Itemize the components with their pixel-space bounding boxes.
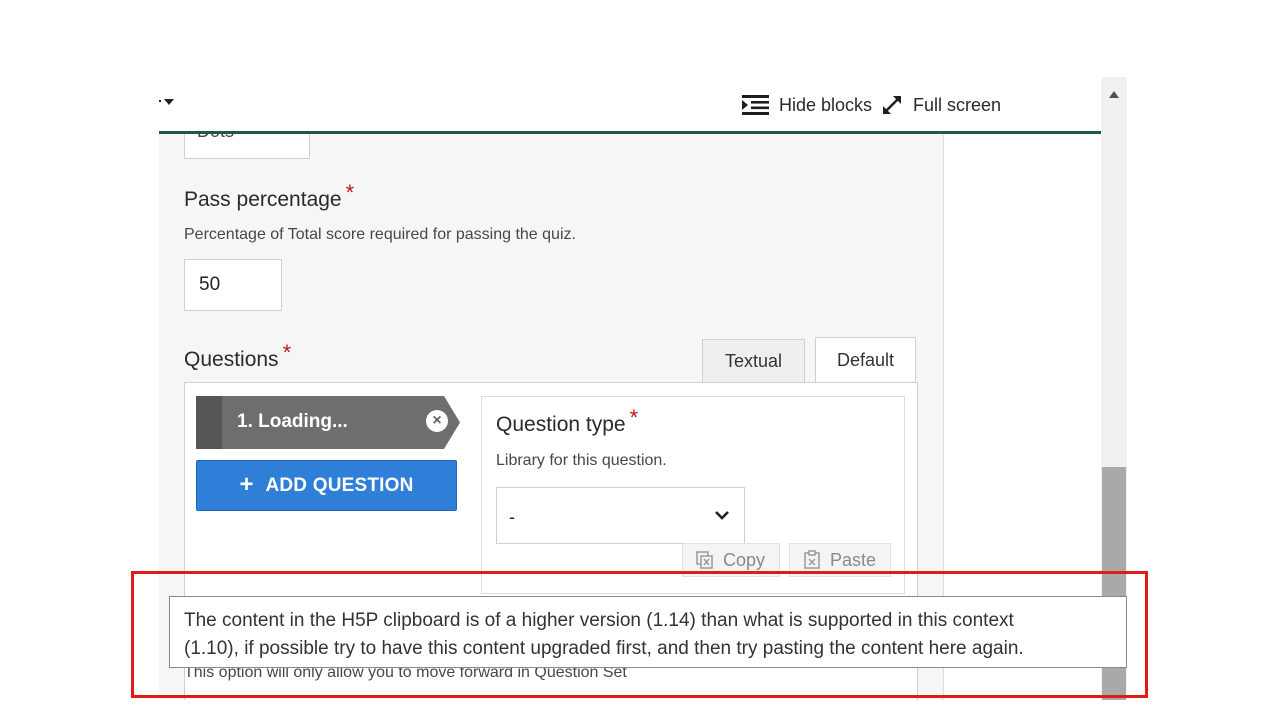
required-mark: * — [629, 405, 639, 430]
chevron-down-icon — [715, 511, 729, 520]
tooltip-line-2: (1.10), if possible try to have this con… — [184, 638, 1024, 659]
question-type-select[interactable]: - — [496, 487, 745, 544]
add-question-label: ADD QUESTION — [265, 474, 414, 496]
question-type-label-text: Question type — [496, 413, 626, 436]
plus-icon: + — [239, 470, 254, 498]
pass-percentage-label-text: Pass percentage — [184, 188, 342, 211]
tab-default[interactable]: Default — [815, 337, 916, 383]
question-list-item[interactable]: 1. Loading... × — [196, 396, 460, 449]
required-mark: * — [345, 180, 355, 205]
pass-percentage-label: Pass percentage * — [184, 180, 354, 212]
question-type-label: Question type * — [496, 405, 638, 437]
scroll-up-arrow-icon[interactable] — [1109, 91, 1119, 98]
copy-label: Copy — [723, 549, 766, 570]
question-type-panel: Question type * Library for this question… — [481, 396, 905, 594]
required-mark: * — [282, 340, 292, 365]
questions-label-text: Questions — [184, 348, 279, 371]
tooltip-line-1: The content in the H5P clipboard is of a… — [184, 610, 1014, 631]
hide-blocks-button[interactable]: Hide blocks — [742, 93, 872, 117]
pass-percentage-input[interactable]: 50 — [184, 259, 282, 311]
tab-textual[interactable]: Textual — [702, 339, 805, 383]
toolbar-dot — [159, 100, 161, 102]
question-item-label: 1. Loading... — [237, 411, 348, 432]
paste-button[interactable]: Paste — [789, 543, 891, 577]
full-screen-button[interactable]: Full screen — [881, 93, 1001, 117]
expand-arrows-icon — [883, 96, 901, 114]
clipboard-warning-tooltip: The content in the H5P clipboard is of a… — [169, 596, 1127, 668]
question-type-description: Library for this question. — [496, 452, 667, 469]
close-circle-icon[interactable]: × — [426, 410, 448, 432]
add-question-button[interactable]: + ADD QUESTION — [196, 460, 457, 511]
dropdown-caret-icon[interactable] — [164, 99, 174, 105]
question-type-selected-value: - — [509, 507, 515, 527]
editor-toolbar: Hide blocks Full screen — [159, 77, 1101, 134]
hide-blocks-label: Hide blocks — [779, 94, 873, 115]
pass-percentage-description: Percentage of Total score required for p… — [184, 226, 576, 243]
hide-blocks-icon — [742, 95, 769, 115]
copy-button[interactable]: Copy — [682, 543, 780, 577]
paste-label: Paste — [830, 549, 877, 570]
paste-icon — [804, 550, 820, 569]
copy-icon — [696, 551, 713, 569]
questions-label: Questions * — [184, 340, 291, 372]
full-screen-label: Full screen — [913, 94, 1002, 115]
